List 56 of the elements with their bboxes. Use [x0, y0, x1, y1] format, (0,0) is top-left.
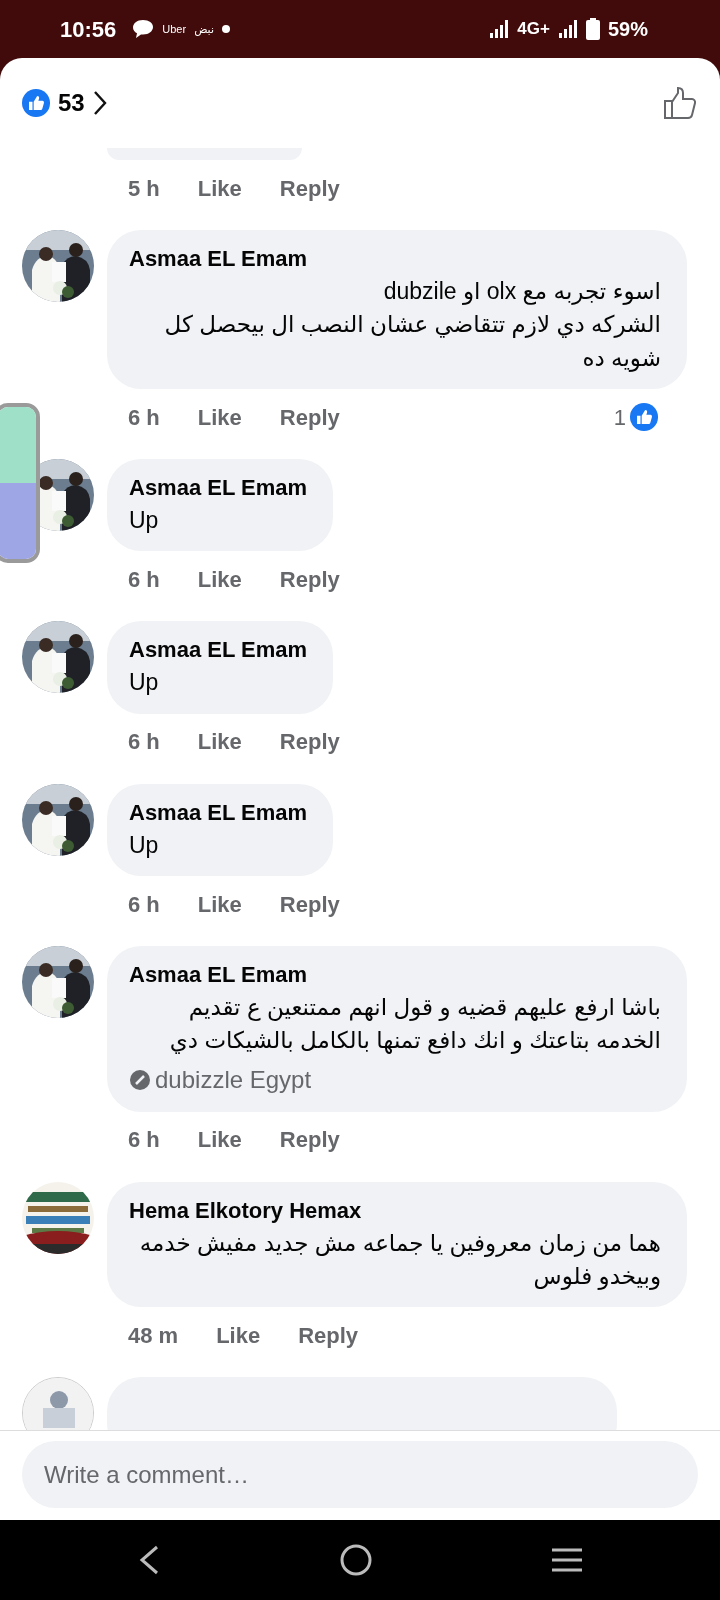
like-link[interactable]: Like: [197, 171, 242, 205]
chat-bubble-icon: [132, 19, 155, 39]
comment-time: 48 m: [128, 1321, 179, 1350]
clock: 10:56: [60, 15, 117, 44]
reply-link[interactable]: Reply: [279, 562, 340, 596]
reply-link[interactable]: Reply: [279, 1123, 340, 1157]
slash-circle-icon: [129, 1068, 151, 1091]
comment-text: Up: [129, 830, 160, 860]
author-name[interactable]: Hema Elkotory Hemax: [129, 1193, 661, 1227]
battery-level: 59%: [607, 17, 648, 42]
author-name[interactable]: Asmaa EL Emam: [129, 471, 308, 505]
comment-text: Up: [129, 668, 160, 698]
comment-field[interactable]: Write a comment…: [22, 1441, 698, 1508]
comment-text: اسوء تجربه مع olx او dubzile: [382, 277, 661, 307]
author-name[interactable]: Asmaa EL Emam: [129, 242, 661, 275]
like-link[interactable]: Like: [197, 887, 242, 921]
comment-text: Up: [129, 506, 160, 536]
reply-link[interactable]: Reply: [298, 1318, 359, 1352]
chevron-right-icon: [92, 90, 107, 116]
dot-icon: [222, 25, 230, 33]
tagged-page[interactable]: dubizzle Egypt: [155, 1061, 312, 1098]
like-link[interactable]: Like: [197, 725, 242, 759]
like-link[interactable]: Like: [197, 1123, 242, 1157]
comment-text: الشركه دي لازم تتقاضي عشان النصب ال بيحصل كل شويه ده: [163, 310, 661, 374]
like-icon: [630, 403, 658, 432]
home-icon[interactable]: [339, 1543, 373, 1577]
comment-time: 5 h: [128, 174, 160, 203]
notification-label: Uber: [162, 21, 187, 37]
comment-time: 6 h: [128, 890, 160, 919]
comment-text: باشا ارفع عليهم قضيه و قول انهم ممتنعين ع تقديم الخدمه بتاعتك و انك دافع تمنها بالكامل بالشيكات دي: [168, 993, 661, 1056]
reply-link[interactable]: Reply: [279, 725, 340, 759]
like-button[interactable]: [662, 85, 698, 121]
reply-link[interactable]: Reply: [279, 171, 340, 205]
like-link[interactable]: Like: [197, 400, 242, 434]
comment-text: هما من زمان معروفين يا جماعه مش جديد مفيش خدمه وبيخدو فلوس: [138, 1228, 661, 1292]
reply-link[interactable]: Reply: [279, 887, 340, 921]
author-name[interactable]: Asmaa EL Emam: [129, 633, 308, 667]
comment-time: 6 h: [128, 1126, 160, 1155]
reaction-count: 1: [613, 400, 696, 434]
like-link[interactable]: Like: [197, 562, 242, 596]
menu-icon[interactable]: [551, 1547, 583, 1573]
comment-time: 6 h: [128, 565, 160, 594]
author-name[interactable]: Asmaa EL Emam: [129, 958, 661, 992]
signal-icon: [489, 19, 510, 39]
reactions-link[interactable]: 53: [22, 85, 107, 121]
back-icon[interactable]: [137, 1545, 161, 1575]
comment-time: 6 h: [128, 403, 160, 432]
like-link[interactable]: Like: [216, 1318, 261, 1352]
like-icon: [22, 89, 50, 117]
comment-time: 6 h: [128, 728, 160, 757]
battery-icon: [585, 18, 600, 40]
notification-label: نبض: [194, 21, 214, 38]
author-name[interactable]: Asmaa EL Emam: [129, 795, 308, 829]
reply-link[interactable]: Reply: [279, 400, 340, 434]
network-label: 4G+: [517, 18, 550, 41]
signal-icon: [557, 19, 578, 39]
